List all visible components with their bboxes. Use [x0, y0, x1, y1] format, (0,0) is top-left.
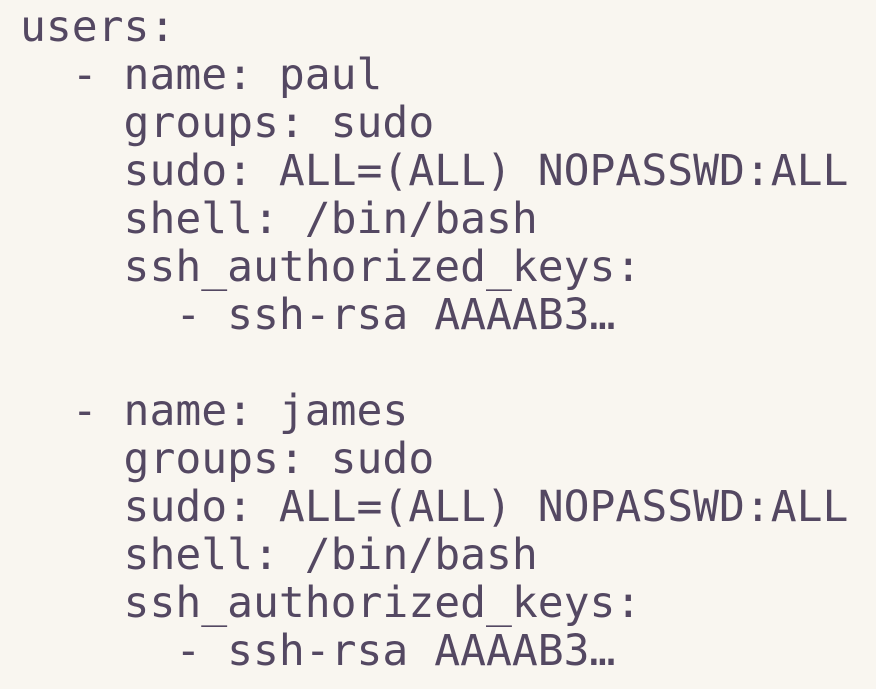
code-line: shell: /bin/bash — [20, 194, 538, 244]
code-line: groups: sudo — [20, 434, 435, 484]
code-line: - name: paul — [20, 50, 383, 100]
code-line: - ssh-rsa AAAAB3… — [20, 626, 616, 676]
code-line: users: — [20, 2, 176, 52]
code-line: groups: sudo — [20, 98, 435, 148]
code-line: ssh_authorized_keys: — [20, 578, 642, 628]
code-line: sudo: ALL=(ALL) NOPASSWD:ALL — [20, 146, 849, 196]
code-line: - name: james — [20, 386, 409, 436]
code-line: sudo: ALL=(ALL) NOPASSWD:ALL — [20, 482, 849, 532]
code-block: users: - name: paul groups: sudo sudo: A… — [0, 0, 876, 689]
code-line: - ssh-rsa AAAAB3… — [20, 290, 616, 340]
code-line: shell: /bin/bash — [20, 530, 538, 580]
code-line: ssh_authorized_keys: — [20, 242, 642, 292]
